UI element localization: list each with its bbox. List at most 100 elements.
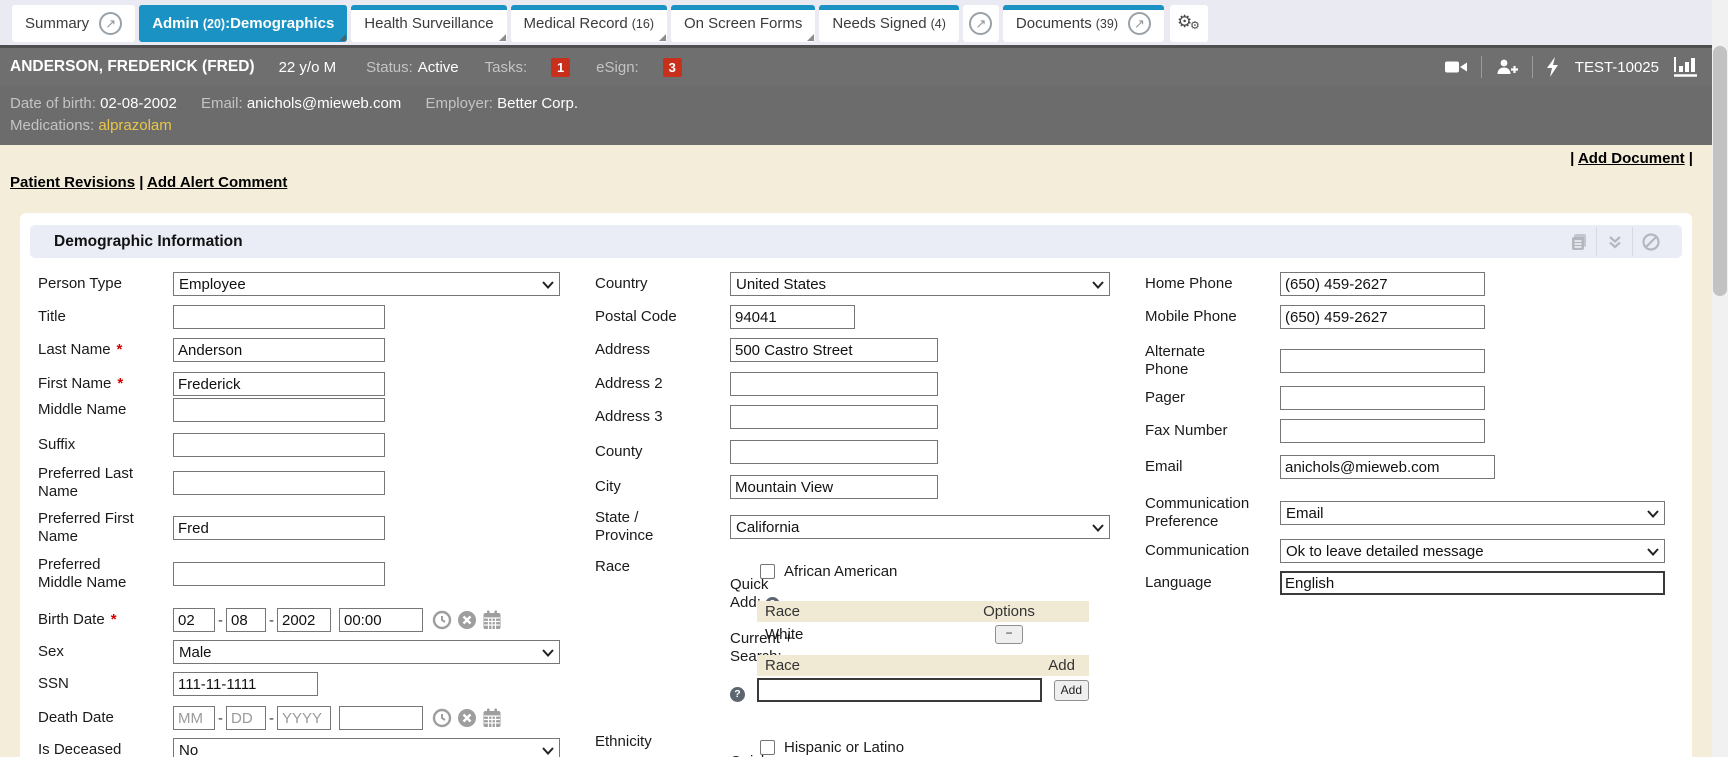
- info-line-2: Medications: alprazolam: [10, 115, 1702, 137]
- address3-field[interactable]: [730, 405, 938, 429]
- add-alert-comment-link[interactable]: Add Alert Comment: [147, 174, 287, 191]
- country-select[interactable]: United States: [730, 272, 1110, 296]
- address2-field[interactable]: [730, 372, 938, 396]
- help-icon[interactable]: ?: [730, 687, 745, 702]
- race-add-button[interactable]: Add: [1054, 680, 1089, 701]
- birth-time-field[interactable]: [339, 608, 423, 632]
- lightning-icon[interactable]: [1546, 57, 1560, 77]
- tasks-badge[interactable]: 1: [551, 58, 570, 77]
- communication-preference-select[interactable]: Email: [1280, 501, 1665, 525]
- remove-race-button[interactable]: −: [995, 625, 1023, 644]
- clock-icon[interactable]: [432, 610, 452, 630]
- field-label: County: [595, 443, 730, 461]
- birth-year-field[interactable]: [277, 608, 331, 632]
- tab-on-screen-forms[interactable]: On Screen Forms: [671, 5, 815, 42]
- field-label: Suffix: [38, 436, 173, 454]
- needs-signed-popout[interactable]: ↗: [963, 5, 999, 42]
- county-field[interactable]: [730, 440, 938, 464]
- ssn-field[interactable]: [173, 672, 318, 696]
- content-area: | Add Document | Patient Revisions | Add…: [0, 145, 1712, 754]
- required-marker: *: [111, 611, 117, 628]
- tab-admin-demographics[interactable]: Admin(20):Demographics: [139, 5, 347, 42]
- vertical-scrollbar[interactable]: [1712, 0, 1728, 757]
- address2-row: Address 2: [595, 372, 938, 396]
- state-select[interactable]: California: [730, 515, 1110, 539]
- open-new-window-icon[interactable]: ↗: [1128, 12, 1151, 35]
- race-row: Race: [595, 558, 730, 576]
- divider: [1481, 56, 1482, 78]
- race-add-input[interactable]: [757, 678, 1042, 702]
- clear-date-icon[interactable]: [457, 708, 477, 728]
- scrollbar-thumb[interactable]: [1713, 46, 1727, 296]
- settings-gear-button[interactable]: ⚙ ⚙: [1170, 5, 1208, 42]
- hispanic-latino-checkbox[interactable]: [760, 740, 775, 755]
- tab-health-surveillance[interactable]: Health Surveillance: [351, 5, 506, 42]
- tab-summary[interactable]: Summary ↗: [12, 5, 135, 42]
- alternate-phone-field[interactable]: [1280, 349, 1485, 373]
- person-type-select[interactable]: Employee: [173, 272, 560, 296]
- field-label: Birth Date*: [38, 611, 173, 629]
- add-document-link[interactable]: Add Document: [1578, 150, 1685, 167]
- patient-links-line: Patient Revisions | Add Alert Comment: [10, 174, 287, 191]
- flowsheet-chart-icon[interactable]: [1674, 57, 1698, 78]
- middle-name-row: Middle Name: [38, 398, 385, 422]
- last-name-field[interactable]: [173, 338, 385, 362]
- clock-icon[interactable]: [432, 708, 452, 728]
- fax-number-field[interactable]: [1280, 419, 1485, 443]
- death-month-field[interactable]: [173, 706, 215, 730]
- sex-select[interactable]: Male: [173, 640, 560, 664]
- tab-label-suffix: :Demographics: [225, 15, 334, 32]
- title-field[interactable]: [173, 305, 385, 329]
- suffix-field[interactable]: [173, 433, 385, 457]
- birth-day-field[interactable]: [226, 608, 266, 632]
- required-marker: *: [117, 341, 123, 358]
- video-call-icon[interactable]: [1444, 58, 1468, 76]
- preferred-middle-name-field[interactable]: [173, 562, 385, 586]
- city-field[interactable]: [730, 475, 938, 499]
- preferred-first-name-field[interactable]: [173, 516, 385, 540]
- home-phone-field[interactable]: [1280, 272, 1485, 296]
- collapse-chevron-icon[interactable]: [1596, 227, 1632, 256]
- mobile-phone-field[interactable]: [1280, 305, 1485, 329]
- tab-needs-signed[interactable]: Needs Signed(4): [819, 5, 959, 42]
- title-row: Title: [38, 305, 385, 329]
- open-new-window-icon[interactable]: ↗: [99, 12, 122, 35]
- birth-month-field[interactable]: [173, 608, 215, 632]
- sex-row: Sex Male: [38, 640, 560, 664]
- language-field[interactable]: [1280, 571, 1665, 595]
- middle-name-field[interactable]: [173, 398, 385, 422]
- esign-badge[interactable]: 3: [663, 58, 682, 77]
- add-document-line: | Add Document |: [1570, 150, 1693, 167]
- death-year-field[interactable]: [277, 706, 331, 730]
- patient-revisions-link[interactable]: Patient Revisions: [10, 174, 135, 191]
- postal-code-field[interactable]: [730, 305, 855, 329]
- communication-select[interactable]: Ok to leave detailed message: [1280, 539, 1665, 563]
- medications-value[interactable]: alprazolam: [98, 117, 171, 134]
- state-row: State / Province California: [595, 507, 1110, 547]
- african-american-checkbox[interactable]: [760, 564, 775, 579]
- calendar-icon[interactable]: [482, 610, 502, 630]
- death-day-field[interactable]: [226, 706, 266, 730]
- clear-date-icon[interactable]: [457, 610, 477, 630]
- open-new-window-icon[interactable]: ↗: [969, 12, 992, 35]
- add-person-icon[interactable]: [1495, 58, 1519, 76]
- email-field[interactable]: [1280, 455, 1495, 479]
- communication-preference-row: Communication Preference Email: [1145, 493, 1665, 533]
- preferred-last-name-field[interactable]: [173, 471, 385, 495]
- address-field[interactable]: [730, 338, 938, 362]
- tab-documents[interactable]: Documents(39) ↗: [1003, 5, 1164, 42]
- chart-id: TEST-10025: [1575, 59, 1659, 76]
- journal-icon[interactable]: [1561, 227, 1596, 256]
- is-deceased-select[interactable]: No: [173, 738, 560, 757]
- field-label: Address 3: [595, 408, 730, 426]
- pager-field[interactable]: [1280, 386, 1485, 410]
- disable-circle-slash-icon[interactable]: [1632, 227, 1668, 256]
- field-label: Alternate Phone: [1145, 343, 1280, 379]
- first-name-field[interactable]: [173, 372, 385, 396]
- app-window: Summary ↗ Admin(20):Demographics Health …: [0, 0, 1728, 757]
- calendar-icon[interactable]: [482, 708, 502, 728]
- tab-medical-record[interactable]: Medical Record(16): [511, 5, 667, 42]
- add-column-header: Add: [1048, 657, 1089, 674]
- death-time-field[interactable]: [339, 706, 423, 730]
- checkbox-label: Hispanic or Latino: [784, 739, 904, 756]
